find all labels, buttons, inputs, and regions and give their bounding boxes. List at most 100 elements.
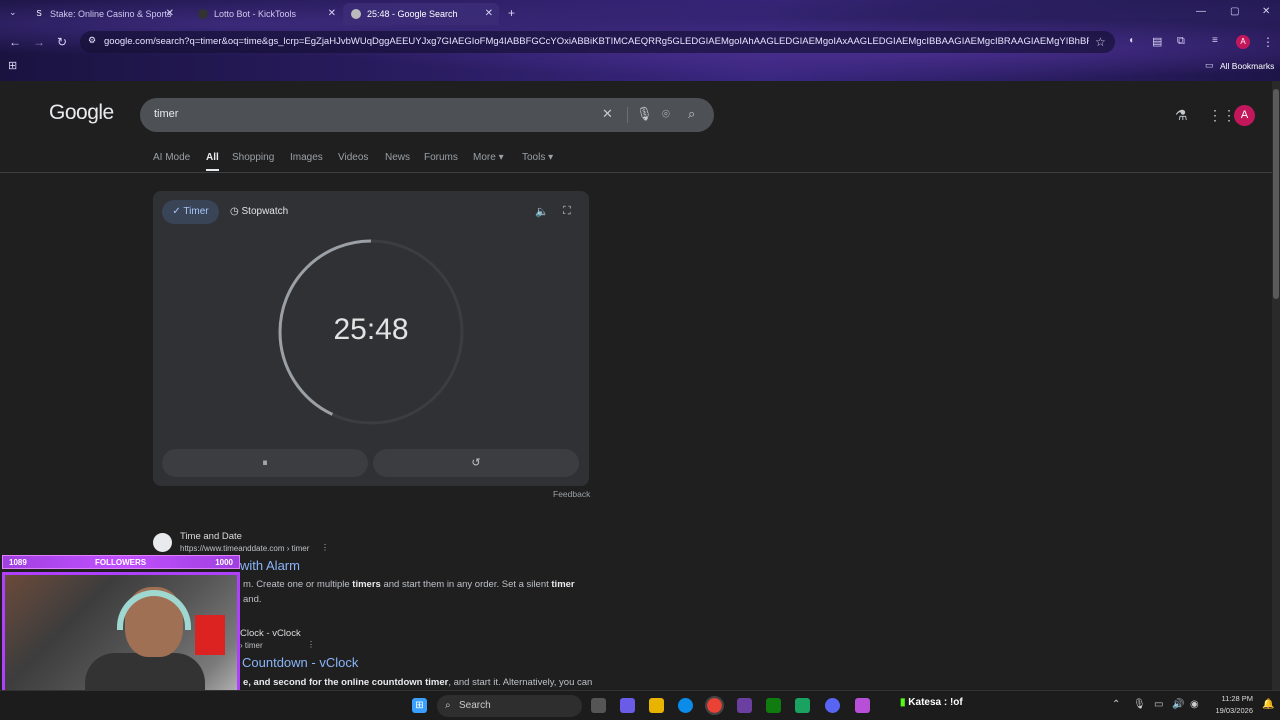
tab-lotto-bot[interactable]: Lotto Bot - KickTools ✕ bbox=[190, 3, 342, 25]
tab-ai-mode[interactable]: AI Mode bbox=[153, 152, 190, 163]
windows-start-icon[interactable]: ⊞ bbox=[412, 698, 427, 713]
media-controls-icon[interactable]: ≡ bbox=[1212, 35, 1218, 46]
scrollbar-thumb[interactable] bbox=[1273, 89, 1279, 299]
network-icon[interactable]: ◉ bbox=[1190, 699, 1199, 710]
obs-icon[interactable] bbox=[737, 698, 752, 713]
search-icon: ⌕ bbox=[445, 700, 451, 711]
xbox-icon[interactable] bbox=[766, 698, 781, 713]
app-icon[interactable] bbox=[795, 698, 810, 713]
tab-news[interactable]: News bbox=[385, 152, 410, 163]
file-explorer-icon[interactable] bbox=[649, 698, 664, 713]
google-logo[interactable]: Google bbox=[49, 101, 114, 125]
snippet-part: , and start it. Alternatively, you can bbox=[448, 677, 593, 688]
labs-flask-icon[interactable]: ⚗ bbox=[1175, 107, 1188, 124]
new-tab-button[interactable]: + bbox=[508, 6, 515, 20]
stopwatch-mode-chip[interactable]: ◷ Stopwatch bbox=[230, 200, 288, 224]
tab-google-search[interactable]: 25:48 - Google Search ✕ bbox=[343, 3, 499, 25]
timer-time-display: 25:48 bbox=[333, 313, 409, 346]
chat-text: Katesa : !of bbox=[908, 697, 963, 708]
window-close-icon[interactable]: ✕ bbox=[1262, 6, 1270, 17]
search-input[interactable]: timer bbox=[154, 108, 178, 120]
task-view-icon[interactable] bbox=[591, 698, 606, 713]
follower-label: FOLLOWERS bbox=[95, 558, 147, 567]
forward-icon[interactable]: → bbox=[33, 35, 45, 49]
webcam-background-object bbox=[195, 615, 225, 655]
tab-search-chevron-icon[interactable]: ⌄ bbox=[9, 7, 17, 18]
clock-icon: ◷ bbox=[230, 206, 239, 217]
close-tab-icon[interactable]: ✕ bbox=[328, 8, 336, 19]
result-title[interactable]: with Alarm bbox=[240, 558, 300, 573]
microphone-icon[interactable]: 🎙 bbox=[1133, 699, 1146, 710]
tab-stake[interactable]: S Stake: Online Casino & Sports ✕ bbox=[26, 3, 180, 25]
pause-button[interactable]: ⏸ bbox=[162, 449, 368, 477]
header-divider bbox=[0, 172, 1272, 173]
follower-current-count: 1089 bbox=[9, 558, 27, 567]
copilot-icon[interactable] bbox=[620, 698, 635, 713]
volume-icon[interactable]: 🔊 bbox=[1172, 699, 1184, 710]
timer-mode-chip[interactable]: ✓ Timer bbox=[162, 200, 219, 224]
site-info-icon[interactable]: ⚙ bbox=[88, 35, 100, 46]
back-icon[interactable]: ← bbox=[9, 35, 21, 49]
chat-message: ▮ Katesa : !of bbox=[900, 697, 963, 708]
timer-widget: ✓ Timer ◷ Stopwatch 🔈 ⛶ 25:48 ⏸ ↺ bbox=[153, 191, 589, 486]
tab-shopping[interactable]: Shopping bbox=[232, 152, 274, 163]
app-icon[interactable] bbox=[855, 698, 870, 713]
bookmark-star-icon[interactable]: ☆ bbox=[1095, 35, 1106, 49]
tab-all[interactable]: All bbox=[206, 152, 219, 171]
tab-forums[interactable]: Forums bbox=[424, 152, 458, 163]
result-snippet-line2: and. bbox=[243, 594, 262, 605]
sound-icon[interactable]: 🔈 bbox=[535, 205, 549, 218]
taskbar-clock[interactable]: 11:28 PM 19/03/2026 bbox=[1205, 693, 1253, 717]
read-aloud-icon[interactable]: ◖ bbox=[1128, 35, 1134, 46]
menu-dots-icon[interactable]: ⋮ bbox=[1262, 35, 1274, 49]
url-text: google.com/search?q=timer&oq=time&gs_lcr… bbox=[104, 36, 1089, 47]
account-avatar[interactable]: A bbox=[1234, 105, 1255, 126]
stopwatch-mode-label: Stopwatch bbox=[241, 206, 289, 217]
close-tab-icon[interactable]: ✕ bbox=[485, 8, 493, 19]
result-site-name[interactable]: Time and Date bbox=[180, 531, 242, 542]
snippet-bold: timers bbox=[352, 579, 381, 590]
google-apps-icon[interactable]: ⋮⋮ bbox=[1208, 107, 1236, 124]
page-scrollbar[interactable] bbox=[1272, 81, 1280, 690]
tab-tools[interactable]: Tools ▾ bbox=[522, 152, 553, 163]
voice-search-icon[interactable]: 🎙 bbox=[636, 106, 653, 122]
close-tab-icon[interactable]: ✕ bbox=[166, 8, 174, 19]
kick-icon: ▮ bbox=[900, 697, 906, 708]
search-box[interactable]: timer ✕ 🎙 ⌾ ⌕ bbox=[140, 98, 714, 132]
extension-icon[interactable]: ▤ bbox=[1152, 35, 1162, 48]
tab-videos[interactable]: Videos bbox=[338, 152, 368, 163]
reload-icon[interactable]: ↻ bbox=[57, 35, 67, 49]
fullscreen-icon[interactable]: ⛶ bbox=[563, 205, 571, 218]
apps-grid-icon[interactable]: ⊞ bbox=[8, 59, 17, 72]
clear-search-icon[interactable]: ✕ bbox=[602, 106, 613, 122]
display-icon[interactable]: ▭ bbox=[1154, 699, 1163, 710]
maximize-icon[interactable]: ▢ bbox=[1230, 6, 1239, 17]
address-bar[interactable]: ⚙ google.com/search?q=timer&oq=time&gs_l… bbox=[80, 31, 1115, 53]
pause-icon: ⏸ bbox=[262, 457, 268, 469]
result-url[interactable]: https://www.timeanddate.com › timer bbox=[180, 544, 309, 553]
search-icon[interactable]: ⌕ bbox=[688, 106, 695, 122]
result-menu-icon[interactable]: ⋮ bbox=[321, 543, 329, 552]
tray-chevron-icon[interactable]: ⌃ bbox=[1112, 699, 1120, 710]
result-title[interactable]: Countdown - vClock bbox=[242, 655, 358, 670]
feedback-link[interactable]: Feedback bbox=[553, 489, 590, 499]
browser-chrome: ⌄ S Stake: Online Casino & Sports ✕ Lott… bbox=[0, 0, 1280, 81]
notification-bell-icon[interactable]: 🔔 bbox=[1262, 699, 1274, 710]
edge-icon[interactable] bbox=[678, 698, 693, 713]
tab-images[interactable]: Images bbox=[290, 152, 323, 163]
chrome-icon[interactable] bbox=[705, 696, 724, 715]
tab-title: Stake: Online Casino & Sports bbox=[50, 9, 172, 19]
minimize-icon[interactable]: — bbox=[1196, 6, 1206, 17]
result-url[interactable]: › timer bbox=[240, 641, 263, 650]
result-snippet: e, and second for the online countdown t… bbox=[243, 677, 592, 688]
result-menu-icon[interactable]: ⋮ bbox=[307, 640, 315, 649]
all-bookmarks-link[interactable]: All Bookmarks bbox=[1220, 61, 1274, 71]
taskbar-search[interactable]: ⌕ Search bbox=[437, 695, 582, 717]
tab-more[interactable]: More ▾ bbox=[473, 152, 504, 163]
profile-avatar[interactable]: A bbox=[1236, 35, 1250, 49]
reset-button[interactable]: ↺ bbox=[373, 449, 579, 477]
lens-camera-icon[interactable]: ⌾ bbox=[662, 106, 670, 122]
result-site-name[interactable]: Clock - vClock bbox=[240, 628, 301, 639]
discord-icon[interactable] bbox=[825, 698, 840, 713]
extensions-puzzle-icon[interactable]: ⧉ bbox=[1177, 35, 1185, 48]
